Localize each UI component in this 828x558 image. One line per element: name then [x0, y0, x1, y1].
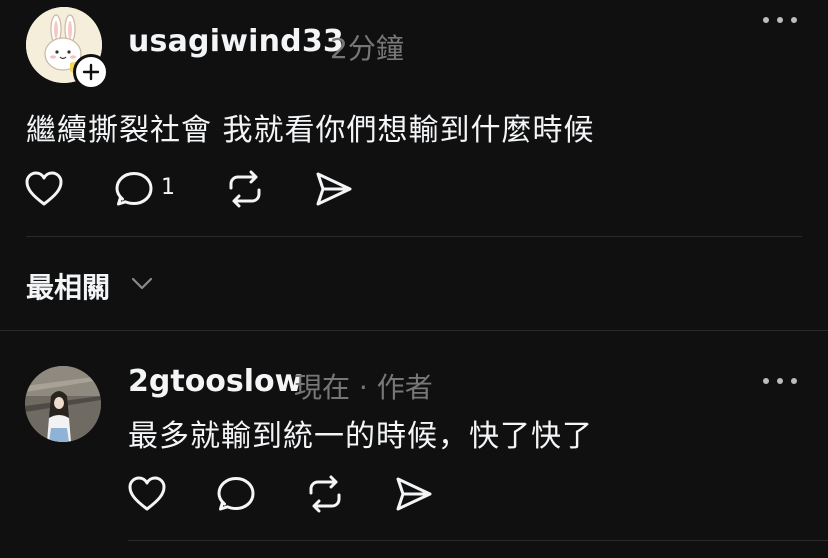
reply-more-button[interactable]	[763, 374, 797, 388]
section-divider	[0, 330, 828, 331]
reply-bubble-icon[interactable]	[114, 170, 154, 208]
more-dot	[791, 17, 797, 23]
meta-separator: ·	[358, 371, 368, 404]
reply-bubble-icon[interactable]	[216, 475, 256, 513]
share-send-icon[interactable]	[394, 475, 434, 513]
chevron-down-icon[interactable]	[130, 275, 154, 291]
more-dot	[763, 17, 769, 23]
profile-photo-icon	[25, 366, 101, 442]
reply-avatar[interactable]	[25, 366, 101, 442]
follow-button[interactable]	[73, 54, 109, 90]
share-send-icon[interactable]	[314, 170, 354, 208]
reply-divider	[128, 540, 828, 541]
repost-icon[interactable]	[225, 170, 265, 208]
reply-meta: 現在 · 作者	[294, 366, 433, 406]
like-heart-icon[interactable]	[127, 475, 167, 513]
sort-dropdown[interactable]: 最相關	[26, 266, 110, 306]
post-avatar[interactable]	[26, 7, 109, 90]
post-more-button[interactable]	[763, 13, 797, 27]
like-heart-icon[interactable]	[24, 170, 64, 208]
reply-count: 1	[161, 175, 175, 200]
post-timestamp: 2分鐘	[330, 32, 404, 65]
more-dot	[763, 378, 769, 384]
post-username[interactable]: usagiwind33	[128, 24, 344, 59]
reply-username[interactable]: 2gtooslow	[128, 364, 302, 399]
reply-body: 最多就輸到統一的時候，快了快了	[128, 419, 593, 454]
more-dot	[777, 17, 783, 23]
more-dot	[777, 378, 783, 384]
repost-icon[interactable]	[305, 475, 345, 513]
reply-timestamp: 現在	[294, 371, 351, 404]
more-dot	[791, 378, 797, 384]
plus-icon	[82, 63, 100, 81]
thread-page: usagiwind33 2分鐘 繼續撕裂社會 我就看你們想輸到什麼時候 1 最相…	[0, 0, 828, 558]
author-tag: 作者	[376, 371, 433, 404]
post-divider	[26, 236, 802, 237]
post-body: 繼續撕裂社會 我就看你們想輸到什麼時候	[26, 113, 595, 148]
